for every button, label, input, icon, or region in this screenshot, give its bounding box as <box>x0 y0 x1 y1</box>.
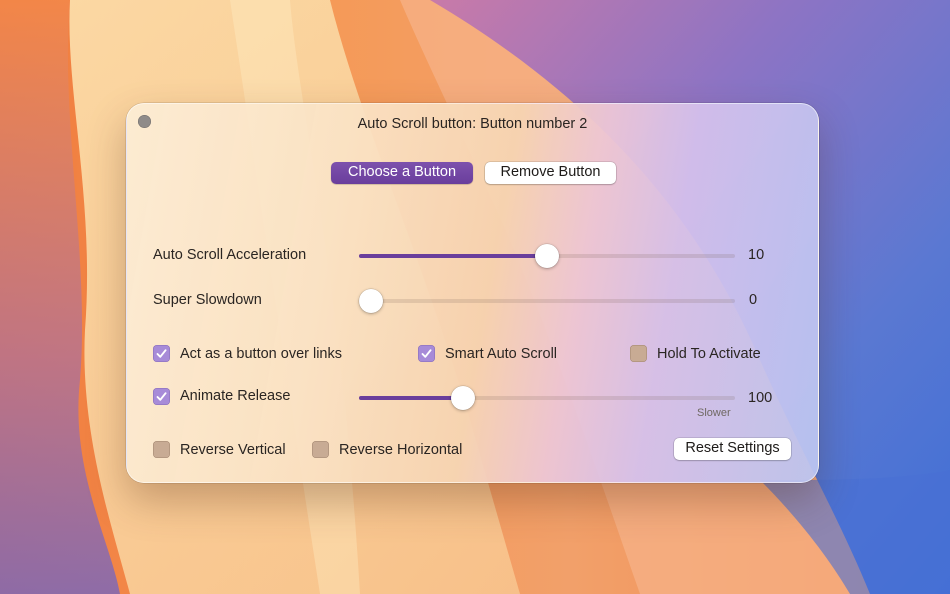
slider-fill <box>359 254 547 258</box>
choose-button-button[interactable]: Choose a Button <box>331 162 473 184</box>
slider-thumb[interactable] <box>450 386 475 410</box>
slowdown-label: Super Slowdown <box>153 292 262 308</box>
window-title: Auto Scroll button: Button number 2 <box>357 116 588 132</box>
slider-fill <box>359 396 463 400</box>
animate-release-label: Animate Release <box>180 388 291 404</box>
slider-thumb[interactable] <box>535 244 559 268</box>
acceleration-label: Auto Scroll Acceleration <box>153 247 307 263</box>
hold-to-activate-label: Hold To Activate <box>657 346 761 362</box>
slowdown-slider[interactable] <box>359 289 735 313</box>
act-as-button-checkbox[interactable] <box>153 345 170 362</box>
slider-track <box>359 299 735 303</box>
reset-settings-button[interactable]: Reset Settings <box>674 438 791 460</box>
reverse-vertical-checkbox[interactable] <box>153 441 170 458</box>
animate-release-slider[interactable] <box>359 386 735 410</box>
animate-release-checkbox[interactable] <box>153 388 170 405</box>
checkmark-icon <box>156 349 167 358</box>
slower-hint-label: Slower <box>697 407 731 419</box>
checkmark-icon <box>421 349 432 358</box>
reverse-horizontal-checkbox[interactable] <box>312 441 329 458</box>
acceleration-value: 10 <box>748 247 765 263</box>
smart-auto-scroll-label: Smart Auto Scroll <box>445 346 558 362</box>
acceleration-slider[interactable] <box>359 244 735 268</box>
checkmark-icon <box>156 392 167 401</box>
act-as-button-label: Act as a button over links <box>180 346 342 362</box>
slider-thumb[interactable] <box>359 289 383 313</box>
reverse-vertical-label: Reverse Vertical <box>180 442 286 458</box>
animate-release-value: 100 <box>748 390 773 406</box>
slowdown-value: 0 <box>749 292 758 308</box>
reverse-horizontal-label: Reverse Horizontal <box>339 442 463 458</box>
remove-button-button[interactable]: Remove Button <box>485 162 616 184</box>
smart-auto-scroll-checkbox[interactable] <box>418 345 435 362</box>
auto-scroll-settings-window: Auto Scroll button: Button number 2 Choo… <box>126 103 819 483</box>
hold-to-activate-checkbox[interactable] <box>630 345 647 362</box>
